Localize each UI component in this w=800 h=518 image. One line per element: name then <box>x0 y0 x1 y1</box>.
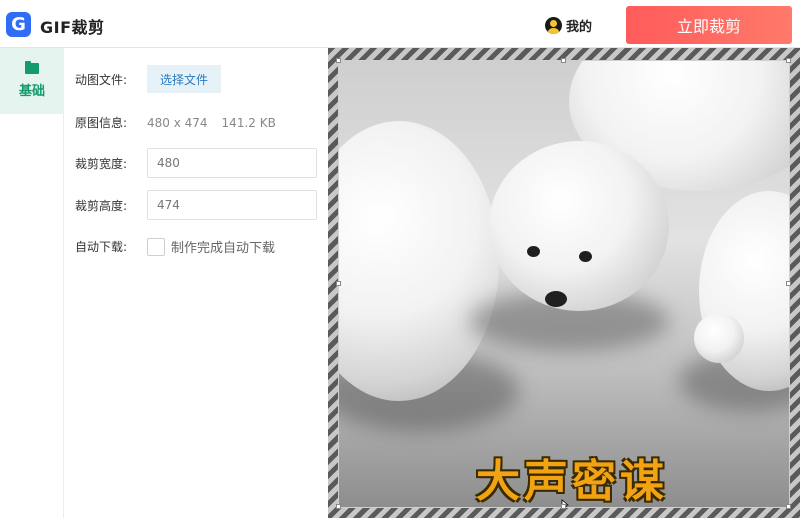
tab-basic-label: 基础 <box>18 84 45 99</box>
settings-form: 动图文件: 选择文件 原图信息: 480 x 474 141.2 KB 裁剪宽度:… <box>64 48 328 518</box>
auto-download-row: 自动下载: 制作完成自动下载 <box>75 237 275 256</box>
source-info-label: 原图信息: <box>75 116 128 130</box>
user-menu-label: 我的 <box>566 20 593 35</box>
source-info: 480 x 474 141.2 KB <box>147 116 276 130</box>
crop-handle-top[interactable] <box>561 58 566 63</box>
top-header: G GIF裁剪 我的 立即裁剪 <box>0 0 800 48</box>
crop-height-label: 裁剪高度: <box>75 198 128 213</box>
crop-frame[interactable]: 大声密谋 <box>338 60 790 508</box>
crop-handle-left[interactable] <box>336 281 341 286</box>
dog-left-eye <box>527 246 540 257</box>
gif-caption: 大声密谋 <box>476 456 668 507</box>
source-dimensions: 480 x 474 <box>147 115 208 130</box>
app-logo-icon: G <box>6 12 31 37</box>
user-avatar-icon <box>545 17 562 34</box>
crop-width-row: 裁剪宽度: <box>75 148 317 178</box>
source-file-row: 动图文件: 选择文件 <box>75 65 221 93</box>
tab-basic[interactable]: 基础 <box>0 48 64 114</box>
folder-icon <box>25 61 39 74</box>
auto-download-label: 自动下载: <box>75 240 128 254</box>
source-file-label: 动图文件: <box>75 72 128 87</box>
user-menu[interactable]: 我的 <box>545 16 592 35</box>
crop-width-label: 裁剪宽度: <box>75 156 128 171</box>
crop-handle-right[interactable] <box>786 281 791 286</box>
crop-handle-top-right[interactable] <box>786 58 791 63</box>
app-title: GIF裁剪 <box>40 18 105 37</box>
crop-height-input[interactable] <box>147 190 317 220</box>
auto-download-checkbox[interactable] <box>147 237 165 256</box>
source-info-row: 原图信息: 480 x 474 141.2 KB <box>75 114 276 131</box>
dog-nose <box>545 291 567 307</box>
crop-handle-top-left[interactable] <box>336 58 341 63</box>
dog-right-eye <box>579 251 592 262</box>
source-filesize: 141.2 KB <box>221 115 276 130</box>
crop-handle-bottom-left[interactable] <box>336 504 341 509</box>
crop-handle-bottom-right[interactable] <box>786 504 791 509</box>
crop-height-row: 裁剪高度: <box>75 190 317 220</box>
crop-width-input[interactable] <box>147 148 317 178</box>
sidebar: 基础 <box>0 48 64 518</box>
auto-download-checkbox-text[interactable]: 制作完成自动下载 <box>171 237 275 256</box>
gif-preview-image: 大声密谋 <box>339 61 789 507</box>
crop-now-button[interactable]: 立即裁剪 <box>626 6 792 44</box>
crop-handle-bottom[interactable] <box>561 504 566 509</box>
select-file-button[interactable]: 选择文件 <box>147 65 221 93</box>
